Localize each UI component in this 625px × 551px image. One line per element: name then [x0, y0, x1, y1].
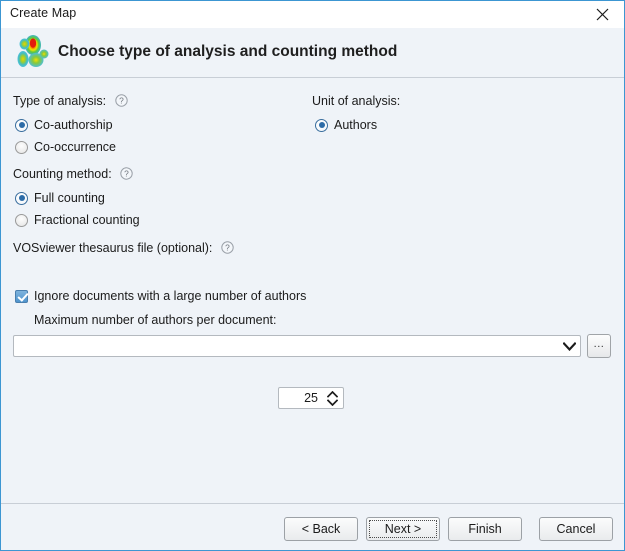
next-button-label: Next > [384, 522, 422, 536]
close-button[interactable] [580, 1, 624, 28]
radio-indicator [15, 191, 28, 205]
dialog-footer: < Back Next > Finish Cancel [1, 503, 624, 550]
radio-indicator [15, 140, 28, 154]
chevron-down-icon[interactable] [558, 336, 580, 356]
thesaurus-file-combobox[interactable] [13, 335, 581, 357]
radio-indicator [15, 213, 28, 227]
svg-text:?: ? [119, 96, 124, 106]
create-map-dialog: Create Map Choose type of analysis and c… [0, 0, 625, 551]
max-authors-value: 25 [304, 391, 318, 405]
radio-indicator [315, 118, 328, 132]
radio-authors[interactable]: Authors [315, 118, 377, 132]
checkbox-indicator [15, 289, 28, 303]
cancel-button-label: Cancel [556, 522, 596, 536]
counting-method-label: Counting method: ? [13, 167, 133, 181]
svg-text:?: ? [124, 169, 129, 179]
unit-of-analysis-label-text: Unit of analysis: [312, 94, 401, 108]
radio-indicator [15, 118, 28, 132]
radio-co-occurrence[interactable]: Co-occurrence [15, 140, 116, 154]
radio-co-authorship[interactable]: Co-authorship [15, 118, 113, 132]
next-button[interactable]: Next > [366, 517, 440, 541]
thesaurus-file-label: VOSviewer thesaurus file (optional): ? [13, 241, 234, 255]
max-authors-stepper[interactable]: 25 [278, 387, 344, 409]
radio-full-counting[interactable]: Full counting [15, 191, 105, 205]
radio-full-counting-label: Full counting [34, 191, 105, 205]
radio-fractional-counting-label: Fractional counting [34, 213, 140, 227]
browse-thesaurus-button[interactable]: ... [587, 334, 611, 358]
svg-text:?: ? [225, 243, 230, 253]
max-authors-label-text: Maximum number of authors per document: [34, 313, 277, 327]
counting-method-label-text: Counting method: [13, 167, 112, 181]
dialog-header: Choose type of analysis and counting met… [1, 28, 624, 78]
help-icon[interactable]: ? [114, 94, 128, 107]
max-authors-label: Maximum number of authors per document: [34, 313, 276, 327]
close-icon [596, 8, 608, 21]
radio-fractional-counting[interactable]: Fractional counting [15, 213, 140, 227]
help-icon[interactable]: ? [221, 241, 234, 254]
vosviewer-density-map-icon [14, 34, 52, 72]
type-of-analysis-label-text: Type of analysis: [13, 94, 107, 108]
page-title: Choose type of analysis and counting met… [58, 43, 398, 60]
stepper-buttons[interactable] [324, 388, 343, 408]
chevron-down-icon[interactable] [326, 398, 338, 406]
thesaurus-file-label-text: VOSviewer thesaurus file (optional): [13, 241, 213, 255]
radio-co-authorship-label: Co-authorship [34, 118, 113, 132]
checkbox-ignore-documents[interactable]: Ignore documents with a large number of … [15, 289, 306, 303]
dialog-content: Type of analysis: ? Co-authorship Co-occ… [1, 79, 624, 503]
ellipsis-icon: ... [593, 337, 605, 350]
radio-co-occurrence-label: Co-occurrence [34, 140, 116, 154]
unit-of-analysis-label: Unit of analysis: [312, 94, 400, 108]
title-bar: Create Map [1, 1, 624, 28]
radio-authors-label: Authors [334, 118, 378, 132]
help-icon[interactable]: ? [120, 167, 133, 180]
back-button-label: < Back [301, 522, 341, 536]
window-title: Create Map [10, 6, 77, 20]
back-button[interactable]: < Back [284, 517, 358, 541]
cancel-button[interactable]: Cancel [539, 517, 613, 541]
finish-button-label: Finish [468, 522, 502, 536]
type-of-analysis-label: Type of analysis: ? [13, 94, 128, 108]
finish-button[interactable]: Finish [448, 517, 522, 541]
checkbox-ignore-documents-label: Ignore documents with a large number of … [34, 289, 307, 303]
chevron-up-icon[interactable] [326, 390, 338, 398]
